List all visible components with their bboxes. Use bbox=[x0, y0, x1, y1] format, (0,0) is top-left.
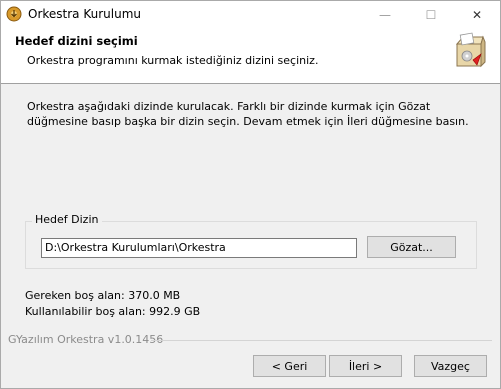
destination-group-label: Hedef Dizin bbox=[32, 213, 102, 226]
installer-box-icon bbox=[455, 32, 486, 68]
next-button[interactable]: İleri > bbox=[329, 355, 402, 377]
installer-app-icon bbox=[6, 6, 22, 22]
browse-button-label: Gözat... bbox=[390, 240, 433, 254]
branding-divider bbox=[151, 340, 492, 341]
maximize-icon: ☐ bbox=[425, 7, 437, 22]
cancel-button-label: Vazgeç bbox=[431, 359, 470, 373]
maximize-button[interactable]: ☐ bbox=[408, 1, 454, 28]
destination-path-input[interactable] bbox=[41, 238, 357, 258]
required-space-text: Gereken boş alan: 370.0 MB bbox=[25, 289, 181, 302]
back-button-label: < Geri bbox=[271, 359, 308, 373]
page-header: Hedef dizini seçimi Orkestra programını … bbox=[1, 28, 500, 84]
branding-text: GYazılım Orkestra v1.0.1456 bbox=[8, 333, 164, 346]
cancel-button[interactable]: Vazgeç bbox=[414, 355, 487, 377]
available-space-text: Kullanılabilir boş alan: 992.9 GB bbox=[25, 305, 201, 318]
browse-button[interactable]: Gözat... bbox=[367, 236, 456, 258]
close-icon: ✕ bbox=[471, 7, 483, 22]
page-subtitle: Orkestra programını kurmak istediğiniz d… bbox=[27, 54, 319, 67]
title-bar[interactable]: Orkestra Kurulumu — ☐ ✕ bbox=[1, 1, 500, 28]
page-title: Hedef dizini seçimi bbox=[15, 34, 138, 48]
next-button-label: İleri > bbox=[348, 359, 383, 373]
header-divider bbox=[1, 83, 500, 84]
minimize-icon: — bbox=[379, 7, 391, 22]
minimize-button[interactable]: — bbox=[362, 1, 408, 28]
window-title: Orkestra Kurulumu bbox=[28, 7, 141, 21]
intro-text: Orkestra aşağıdaki dizinde kurulacak. Fa… bbox=[27, 100, 469, 128]
close-button[interactable]: ✕ bbox=[454, 1, 500, 28]
installer-window: Orkestra Kurulumu — ☐ ✕ Hedef dizini seç… bbox=[0, 0, 501, 389]
back-button[interactable]: < Geri bbox=[253, 355, 326, 377]
